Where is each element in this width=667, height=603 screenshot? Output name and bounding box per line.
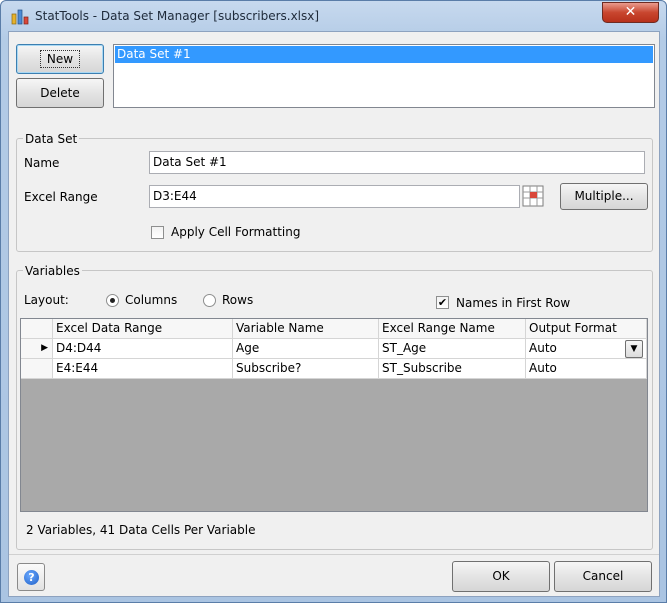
dialog-footer: ? OK Cancel (9, 554, 659, 597)
name-field[interactable]: Data Set #1 (149, 151, 645, 174)
datasets-list[interactable]: Data Set #1 (113, 44, 655, 108)
grid-cell[interactable]: E4:E44 (53, 359, 233, 379)
name-label: Name (24, 156, 60, 170)
grid-column-header[interactable]: Variable Name (233, 319, 379, 339)
names-first-row-checkbox[interactable]: ✔ (436, 296, 449, 309)
output-format-dropdown[interactable]: ▼ (625, 340, 643, 358)
dialog-client: New Delete Data Set #1 Data Set Name Dat… (8, 31, 660, 597)
delete-button[interactable]: Delete (16, 78, 104, 108)
grid-cell[interactable]: ST_Subscribe (379, 359, 526, 379)
grid-corner (21, 319, 53, 339)
dataset-list-item[interactable]: Data Set #1 (115, 46, 653, 63)
cancel-button-label: Cancel (582, 569, 624, 583)
variables-grid[interactable]: Excel Data Range Variable Name Excel Ran… (20, 318, 648, 512)
rows-radio[interactable] (203, 294, 216, 307)
names-first-row-label: Names in First Row (456, 296, 571, 310)
columns-radio-label: Columns (125, 293, 178, 307)
title-bar[interactable]: StatTools - Data Set Manager [subscriber… (1, 1, 666, 31)
grid-cell[interactable]: ST_Age (379, 339, 526, 359)
grid-column-header[interactable]: Output Format (526, 319, 647, 339)
multiple-button[interactable]: Multiple... (560, 183, 648, 210)
columns-radio[interactable] (106, 294, 119, 307)
cancel-button[interactable]: Cancel (554, 561, 652, 592)
grid-cell[interactable]: Subscribe? (233, 359, 379, 379)
multiple-button-label: Multiple... (574, 189, 634, 203)
dataset-group-label: Data Set (23, 132, 80, 146)
current-row-marker-icon[interactable]: ▶ (21, 339, 53, 359)
new-button[interactable]: New (16, 44, 104, 74)
apply-formatting-label: Apply Cell Formatting (171, 225, 301, 239)
delete-button-label: Delete (40, 86, 80, 100)
dialog-window: StatTools - Data Set Manager [subscriber… (0, 0, 667, 603)
help-button[interactable]: ? (17, 563, 45, 591)
ok-button[interactable]: OK (452, 561, 550, 592)
range-picker-icon[interactable] (522, 185, 544, 207)
close-button[interactable]: ✕ (602, 2, 659, 23)
checkmark-icon: ✔ (437, 296, 448, 309)
apply-formatting-checkbox[interactable] (151, 226, 164, 239)
rows-radio-label: Rows (222, 293, 254, 307)
excel-range-field[interactable]: D3:E44 (149, 185, 520, 208)
variables-status: 2 Variables, 41 Data Cells Per Variable (26, 523, 256, 537)
close-icon: ✕ (624, 4, 637, 20)
help-icon: ? (24, 570, 39, 585)
new-button-label: New (39, 50, 81, 68)
row-header[interactable] (21, 359, 53, 379)
grid-cell[interactable]: D4:D44 (53, 339, 233, 359)
grid-column-header[interactable]: Excel Data Range (53, 319, 233, 339)
grid-cell[interactable]: Age (233, 339, 379, 359)
grid-column-header[interactable]: Excel Range Name (379, 319, 526, 339)
chevron-down-icon: ▼ (630, 344, 638, 354)
window-title: StatTools - Data Set Manager [subscriber… (35, 9, 320, 23)
ok-button-label: OK (492, 569, 510, 583)
layout-label: Layout: (24, 293, 69, 307)
stattools-icon (11, 9, 29, 25)
grid-cell[interactable]: Auto (526, 359, 647, 379)
variables-group-label: Variables (23, 264, 82, 278)
excel-range-label: Excel Range (24, 190, 98, 204)
